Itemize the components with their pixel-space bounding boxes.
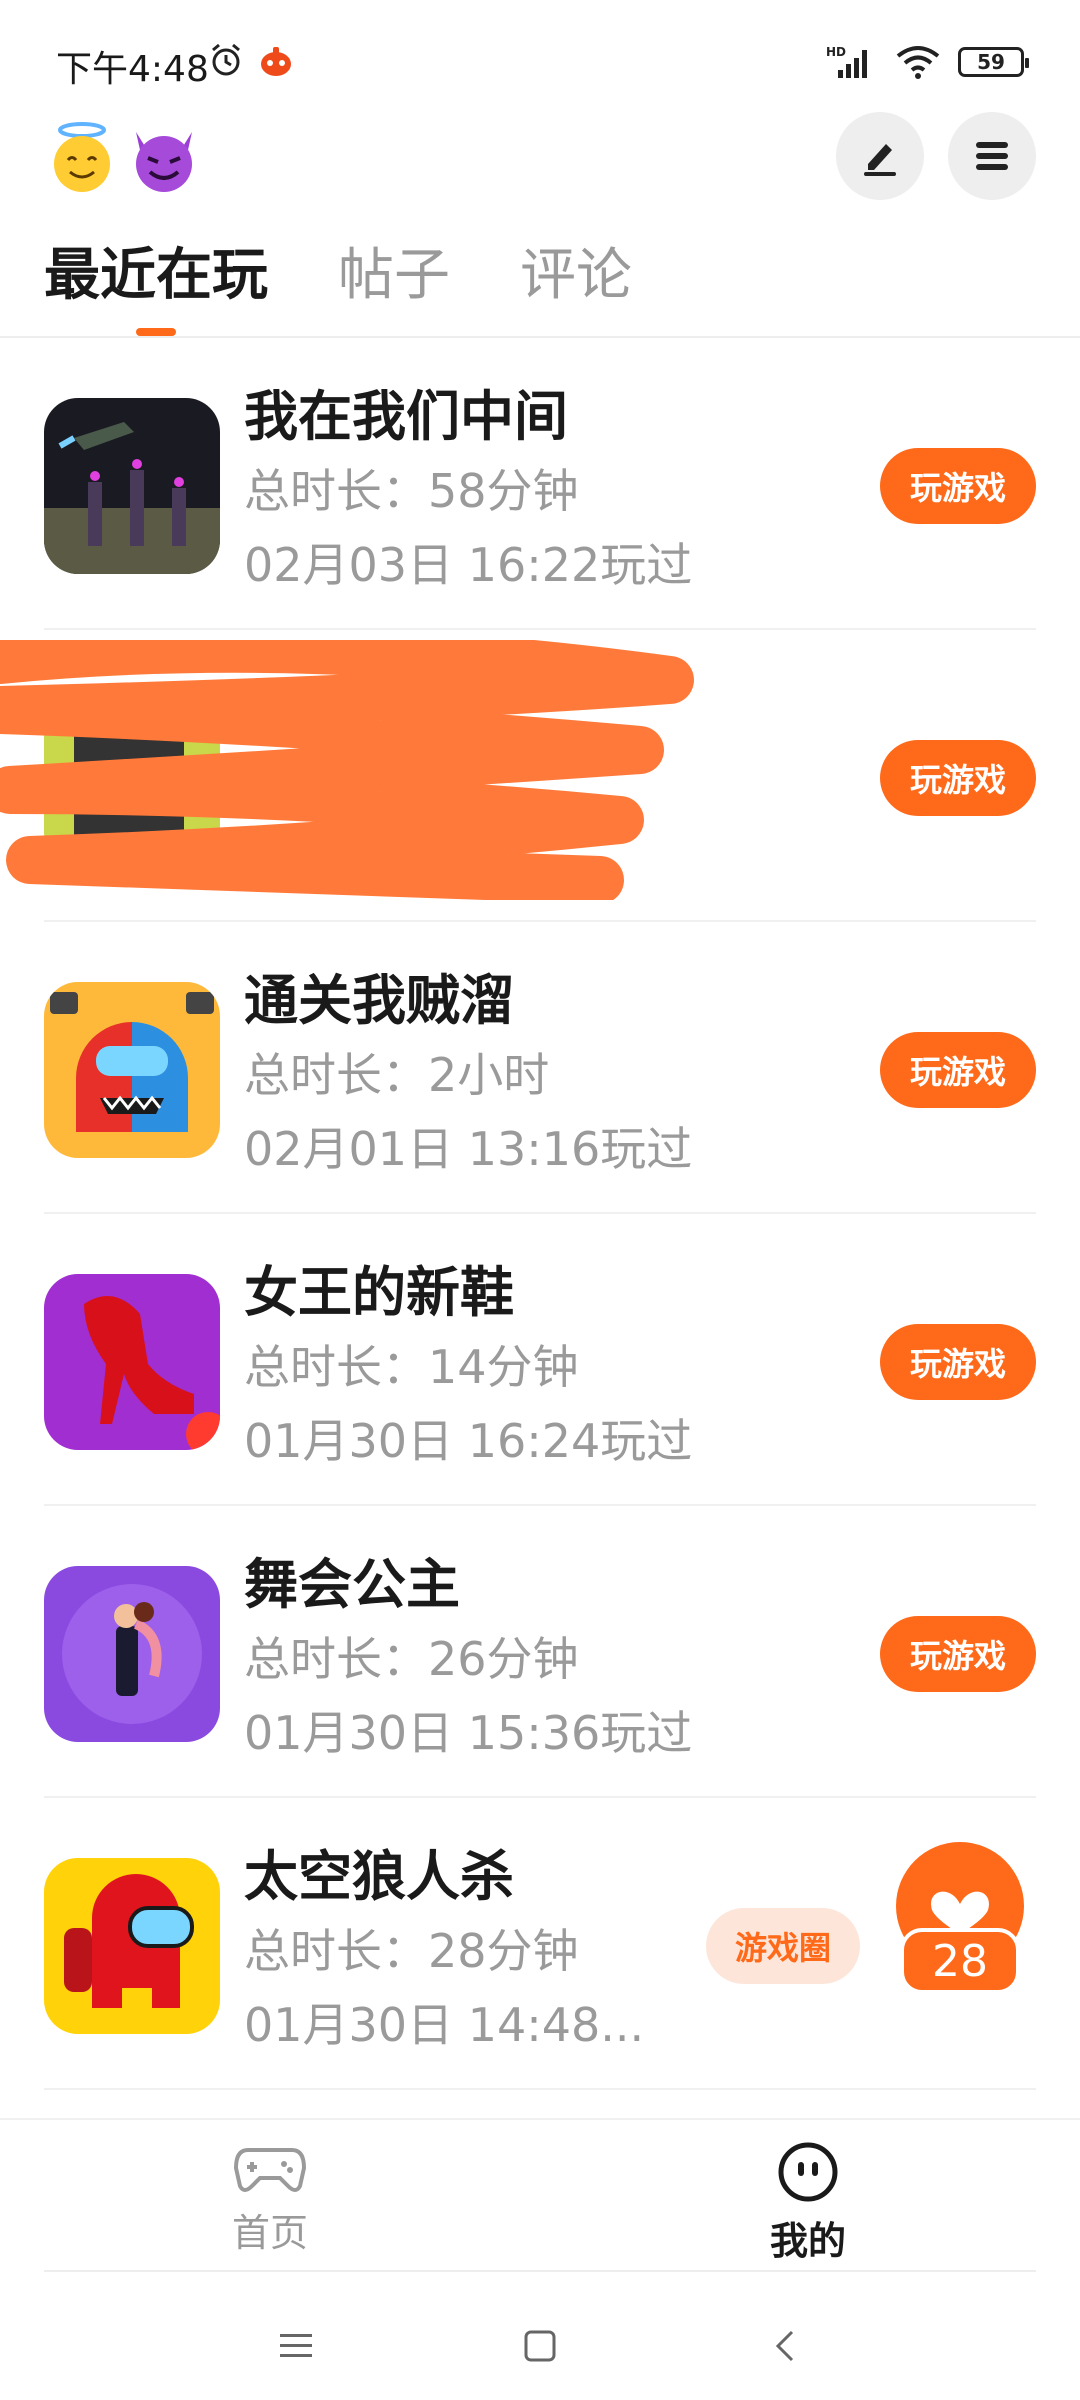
wifi-icon: [896, 46, 940, 79]
edit-icon: [864, 144, 896, 176]
nav-label: 首页: [231, 2211, 308, 2255]
nav-home[interactable]: 首页: [190, 2140, 350, 2257]
game-title: 女王的新鞋: [244, 1261, 514, 1324]
list-item[interactable]: 玩游戏: [0, 630, 1080, 922]
play-game-button[interactable]: 玩游戏: [880, 1032, 1036, 1108]
play-duration: 总时长：26分钟: [244, 1632, 579, 1686]
like-count: 28: [932, 1935, 988, 1987]
game-icon-obscured: [44, 690, 220, 866]
battery-indicator: 59: [958, 47, 1029, 77]
game-title: 通关我贼溜: [244, 969, 514, 1032]
last-played: 02月01日 13:16玩过: [244, 1122, 693, 1176]
edit-button[interactable]: [836, 112, 924, 200]
tab-bar: 最近在玩 帖子 评论: [44, 236, 632, 336]
play-duration: 总时长：2小时: [244, 1048, 550, 1102]
divider: [44, 2270, 1036, 2272]
game-circle-button[interactable]: 游戏圈: [706, 1908, 860, 1984]
list-item[interactable]: 女王的新鞋 总时长：14分钟 01月30日 16:24玩过 玩游戏: [0, 1214, 1080, 1506]
play-duration: 总时长：28分钟: [244, 1924, 579, 1978]
back-chevron-icon: [775, 2330, 794, 2362]
last-played: 01月30日 16:24玩过: [244, 1414, 693, 1468]
like-counter-badge[interactable]: 28: [880, 1838, 1040, 2018]
tab-label: 最近在玩: [44, 243, 268, 308]
last-played: 02月03日 16:22玩过: [244, 538, 693, 592]
signal-icon: HD: [826, 45, 867, 78]
bottom-nav: 首页 我的: [0, 2118, 1080, 2278]
tab-recently-played[interactable]: 最近在玩: [44, 236, 268, 336]
nav-label: 我的: [770, 2210, 846, 2267]
system-nav-bar: [0, 2290, 1080, 2400]
recently-played-list: 我在我们中间 总时长：58分钟 02月03日 16:22玩过 玩游戏 玩游戏 通…: [0, 338, 1080, 2090]
game-icon-among-us-candles: [44, 398, 220, 574]
game-icon-red-crewmate: [44, 1858, 220, 2034]
play-game-button[interactable]: 玩游戏: [880, 1324, 1036, 1400]
battery-level: 59: [977, 50, 1005, 74]
menu-button[interactable]: [948, 112, 1036, 200]
active-tab-indicator: [136, 328, 176, 336]
game-icon-dancing-couple: [44, 1566, 220, 1742]
status-icons: HD 59: [824, 42, 1029, 82]
menu-icon: [280, 2334, 312, 2357]
last-played: 01月30日 14:48...: [244, 1998, 645, 2052]
back-button[interactable]: [756, 2316, 816, 2376]
app-notification-icon: [261, 47, 291, 76]
tab-comments[interactable]: 评论: [520, 236, 632, 336]
list-item[interactable]: 通关我贼溜 总时长：2小时 02月01日 13:16玩过 玩游戏: [0, 922, 1080, 1214]
list-item[interactable]: 舞会公主 总时长：26分钟 01月30日 15:36玩过 玩游戏: [0, 1506, 1080, 1798]
menu-icon: [976, 142, 1008, 170]
game-icon-high-heel: [44, 1274, 220, 1450]
game-info: 我在我们中间 总时长：58分钟 02月03日 16:22玩过: [244, 380, 692, 602]
tab-posts[interactable]: 帖子: [338, 236, 450, 336]
game-title: 太空狼人杀: [244, 1845, 514, 1908]
tab-label: 帖子: [338, 243, 450, 308]
alarm-icon: [212, 43, 240, 76]
status-bar: 下午4:48 HD 59: [0, 0, 1080, 120]
play-duration: 总时长：58分钟: [244, 464, 579, 518]
play-game-button[interactable]: 玩游戏: [880, 448, 1036, 524]
home-button[interactable]: [510, 2316, 570, 2376]
gamepad-icon: [234, 2148, 306, 2192]
tab-label: 评论: [520, 243, 632, 308]
divider: [44, 2088, 1036, 2090]
play-game-button[interactable]: 玩游戏: [880, 1616, 1036, 1692]
recent-apps-button[interactable]: [266, 2316, 326, 2376]
game-info: 舞会公主 总时长：26分钟 01月30日 15:36玩过: [244, 1548, 692, 1770]
play-duration: 总时长：14分钟: [244, 1340, 579, 1394]
last-played: 01月30日 15:36玩过: [244, 1706, 693, 1760]
profile-header: [0, 110, 1080, 210]
play-game-button[interactable]: 玩游戏: [880, 740, 1036, 816]
list-item[interactable]: 我在我们中间 总时长：58分钟 02月03日 16:22玩过 玩游戏: [0, 338, 1080, 630]
game-icon-impostor-face: [44, 982, 220, 1158]
smiling-devil-icon[interactable]: [126, 120, 202, 196]
game-title: 舞会公主: [244, 1553, 460, 1616]
game-title: 我在我们中间: [244, 385, 568, 448]
face-icon: [778, 2142, 838, 2202]
nav-mine[interactable]: 我的: [728, 2140, 888, 2267]
list-item[interactable]: 太空狼人杀 总时长：28分钟 01月30日 14:48... 游戏圈 28: [0, 1798, 1080, 2090]
game-info: 女王的新鞋 总时长：14分钟 01月30日 16:24玩过: [244, 1256, 692, 1478]
svg-text:HD: HD: [826, 45, 846, 59]
status-time: 下午4:48: [56, 49, 209, 90]
smiling-face-with-halo-icon[interactable]: [44, 120, 120, 196]
game-info: 通关我贼溜 总时长：2小时 02月01日 13:16玩过: [244, 964, 692, 1186]
square-icon: [524, 2330, 556, 2362]
game-info: 太空狼人杀 总时长：28分钟 01月30日 14:48...: [244, 1840, 644, 2062]
